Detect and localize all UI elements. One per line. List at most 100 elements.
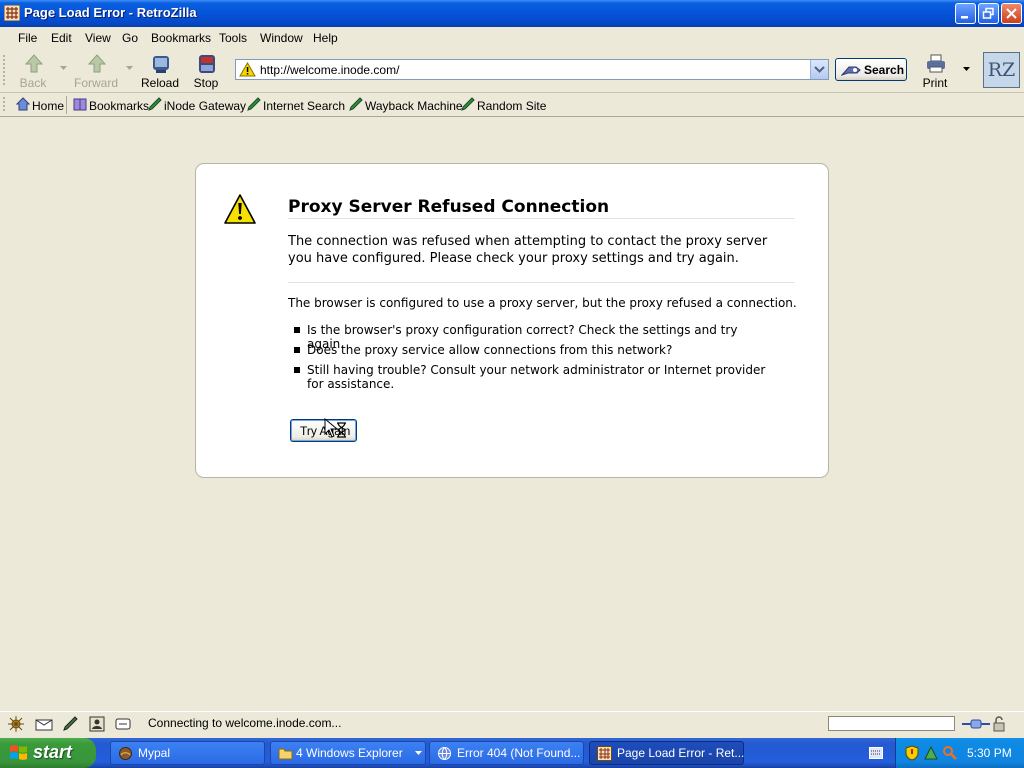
- error-description: The connection was refused when attempti…: [288, 234, 768, 266]
- forward-label: Forward: [73, 76, 118, 90]
- toolbar-grip[interactable]: [3, 53, 7, 89]
- forward-arrow-icon: [87, 54, 107, 73]
- menu-file[interactable]: File: [18, 31, 37, 45]
- composer-icon[interactable]: [62, 716, 80, 732]
- home-icon: [16, 97, 30, 111]
- menu-tools[interactable]: Tools: [219, 31, 247, 45]
- retrozilla-app-icon[interactable]: [4, 5, 20, 21]
- url-history-dropdown[interactable]: [810, 60, 828, 79]
- forward-button[interactable]: Forward: [72, 51, 120, 91]
- window-title: Page Load Error - RetroZilla: [24, 5, 197, 20]
- network-icon[interactable]: [923, 745, 939, 761]
- reload-icon: [153, 56, 169, 73]
- description-divider: [288, 282, 795, 283]
- reload-label: Reload: [140, 76, 180, 90]
- bookmark-pen-icon: [349, 97, 363, 111]
- bookmark-pen-icon: [461, 97, 475, 111]
- menu-window[interactable]: Window: [260, 31, 303, 45]
- task-label: 4 Windows Explorer: [296, 746, 403, 760]
- menu-go[interactable]: Go: [122, 31, 138, 45]
- warning-icon: [224, 194, 256, 224]
- menu-view[interactable]: View: [85, 31, 111, 45]
- clock: 5:30 PM: [967, 746, 1012, 760]
- back-arrow-icon: [24, 54, 44, 73]
- print-button[interactable]: Print: [913, 51, 957, 91]
- forward-dropdown-arrow-icon[interactable]: [126, 66, 133, 70]
- busy-cursor-icon: [324, 418, 346, 438]
- search-button[interactable]: Search: [835, 58, 907, 81]
- menu-bookmarks[interactable]: Bookmarks: [151, 31, 211, 45]
- chevron-down-icon: [814, 66, 825, 73]
- task-error-404[interactable]: Error 404 (Not Found...: [429, 741, 584, 765]
- url-bar[interactable]: [235, 59, 829, 80]
- address-book-icon[interactable]: [88, 716, 106, 732]
- bullet-marker: [294, 327, 300, 333]
- error-long-description: The browser is configured to use a proxy…: [288, 296, 797, 310]
- browser-globe-icon: [438, 747, 451, 760]
- menu-edit[interactable]: Edit: [51, 31, 72, 45]
- back-label: Back: [19, 76, 47, 90]
- bookmarks-grip[interactable]: [3, 96, 7, 114]
- search-magnifier-icon[interactable]: [942, 745, 958, 761]
- task-page-load-error[interactable]: Page Load Error - Ret...: [589, 741, 744, 765]
- security-lock-icon[interactable]: [991, 716, 1007, 732]
- throbber-logo[interactable]: RZ: [983, 52, 1020, 88]
- url-input[interactable]: [260, 62, 800, 77]
- close-icon: [1006, 8, 1017, 19]
- bookmark-inode-gateway[interactable]: iNode Gateway: [164, 99, 246, 113]
- list-item: Still having trouble? Consult your netwo…: [307, 363, 766, 391]
- restore-icon: [982, 7, 994, 19]
- close-button[interactable]: [1001, 3, 1022, 24]
- bookmarks-book-icon: [73, 98, 87, 111]
- retrozilla-icon: [597, 746, 612, 761]
- start-button[interactable]: start: [0, 738, 96, 768]
- bullet-marker: [294, 367, 300, 373]
- windows-logo-icon: [10, 745, 27, 760]
- printer-icon: [927, 54, 945, 73]
- task-windows-explorer[interactable]: 4 Windows Explorer: [270, 741, 426, 765]
- restore-button[interactable]: [978, 3, 999, 24]
- bookmark-pen-icon: [148, 97, 162, 111]
- print-label: Print: [922, 76, 948, 90]
- bookmark-wayback-machine[interactable]: Wayback Machine: [365, 99, 463, 113]
- progress-meter: [828, 716, 955, 731]
- mail-icon[interactable]: [35, 716, 53, 732]
- bookmark-pen-icon: [247, 97, 261, 111]
- title-divider: [288, 218, 795, 219]
- warning-icon: [239, 62, 256, 77]
- list-item: Does the proxy service allow connections…: [307, 343, 673, 357]
- folder-icon: [278, 748, 293, 760]
- search-label: Search: [864, 63, 905, 77]
- stop-icon: [199, 55, 215, 73]
- task-label: Mypal: [138, 746, 171, 760]
- navigator-icon[interactable]: [8, 716, 24, 732]
- online-status-icon[interactable]: [962, 717, 990, 731]
- stop-label: Stop: [193, 76, 219, 90]
- bullet-marker: [294, 347, 300, 353]
- task-label: Error 404 (Not Found...: [457, 746, 581, 760]
- menu-help[interactable]: Help: [313, 31, 338, 45]
- search-icon: [841, 66, 861, 76]
- task-label: Page Load Error - Ret...: [617, 746, 745, 760]
- print-dropdown-arrow-icon[interactable]: [963, 67, 970, 71]
- group-dropdown-arrow-icon: [415, 751, 422, 755]
- task-mypal[interactable]: Mypal: [110, 741, 265, 765]
- security-shield-icon[interactable]: [904, 745, 920, 761]
- bookmark-bookmarks[interactable]: Bookmarks: [89, 99, 149, 113]
- keyboard-icon[interactable]: [869, 747, 883, 759]
- minimize-icon: [961, 16, 968, 19]
- back-dropdown-arrow-icon[interactable]: [60, 66, 67, 70]
- back-button[interactable]: Back: [11, 51, 55, 91]
- status-text: Connecting to welcome.inode.com...: [148, 716, 342, 730]
- stop-button[interactable]: Stop: [184, 51, 228, 91]
- reload-button[interactable]: Reload: [138, 51, 182, 91]
- bookmark-home[interactable]: Home: [32, 99, 64, 113]
- bookmark-internet-search[interactable]: Internet Search: [263, 99, 345, 113]
- mypal-icon: [119, 747, 132, 760]
- minimize-button[interactable]: [955, 3, 976, 24]
- bookmark-random-site[interactable]: Random Site: [477, 99, 546, 113]
- start-label: start: [33, 742, 73, 762]
- error-title: Proxy Server Refused Connection: [288, 197, 610, 217]
- chat-icon[interactable]: [114, 716, 132, 732]
- bookmark-separator: [66, 96, 67, 114]
